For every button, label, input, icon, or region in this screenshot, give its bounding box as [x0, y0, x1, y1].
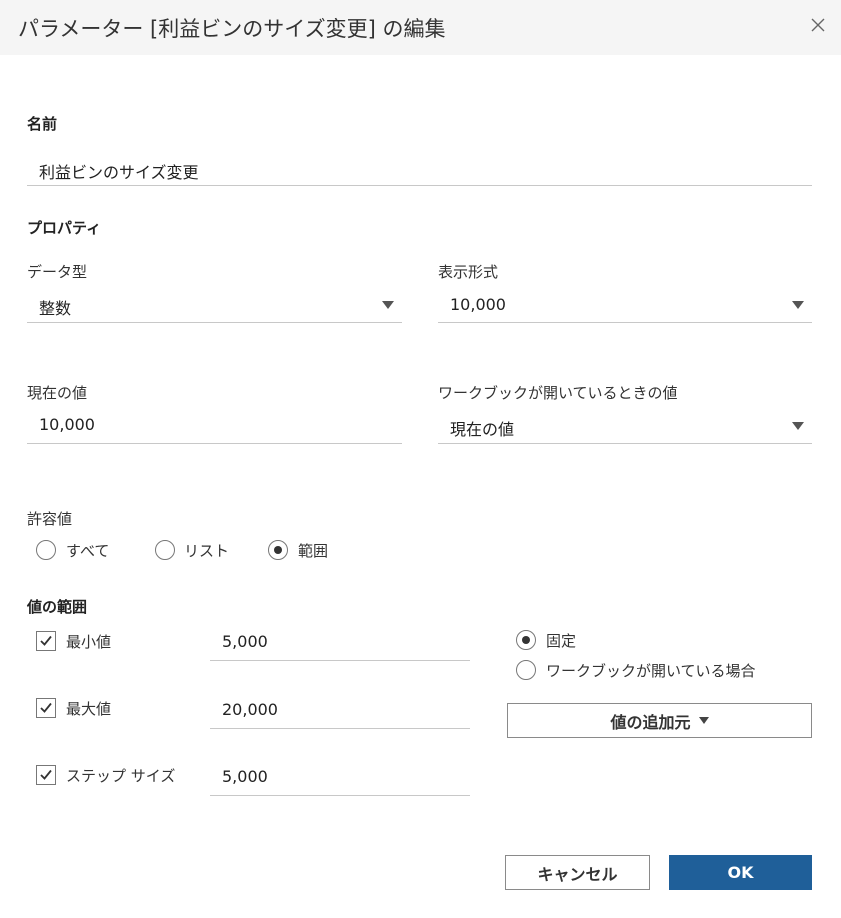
- chevron-down-icon: [382, 301, 394, 309]
- data-type-select[interactable]: 整数: [27, 295, 402, 323]
- step-input[interactable]: 5,000: [210, 767, 470, 796]
- workbook-open-label: ワークブックが開いているときの値: [438, 384, 678, 402]
- chevron-down-icon: [792, 422, 804, 430]
- radio-workbook-open-label[interactable]: ワークブックが開いている場合: [546, 660, 756, 681]
- display-format-label: 表示形式: [438, 263, 499, 281]
- max-value: 20,000: [222, 700, 278, 719]
- radio-fixed-label[interactable]: 固定: [546, 630, 576, 651]
- max-input[interactable]: 20,000: [210, 700, 470, 729]
- radio-list[interactable]: [155, 540, 175, 560]
- step-label: ステップ サイズ: [66, 767, 176, 785]
- cancel-button[interactable]: キャンセル: [505, 855, 650, 890]
- min-input[interactable]: 5,000: [210, 632, 470, 661]
- current-value-text: 10,000: [39, 415, 95, 434]
- workbook-open-value: 現在の値: [450, 420, 515, 439]
- range-heading: 値の範囲: [27, 598, 88, 616]
- dialog-title: パラメーター [利益ビンのサイズ変更] の編集: [18, 17, 446, 41]
- display-format-select[interactable]: 10,000: [438, 295, 812, 323]
- title-bar: パラメーター [利益ビンのサイズ変更] の編集: [0, 0, 841, 55]
- caret-down-icon: [698, 717, 709, 724]
- add-values-from-label: 値の追加元: [610, 712, 691, 732]
- radio-range[interactable]: [268, 540, 288, 560]
- radio-list-label[interactable]: リスト: [184, 540, 229, 561]
- current-value-input[interactable]: 10,000: [27, 415, 402, 444]
- radio-workbook-open[interactable]: [516, 660, 536, 680]
- display-format-value: 10,000: [450, 295, 506, 314]
- radio-fixed[interactable]: [516, 630, 536, 650]
- max-checkbox[interactable]: [36, 698, 56, 718]
- step-value: 5,000: [222, 767, 268, 786]
- allowable-label: 許容値: [27, 510, 73, 528]
- close-icon[interactable]: [807, 14, 829, 36]
- workbook-open-select[interactable]: 現在の値: [438, 416, 812, 444]
- min-checkbox[interactable]: [36, 631, 56, 651]
- radio-all[interactable]: [36, 540, 56, 560]
- properties-heading: プロパティ: [27, 219, 102, 237]
- min-value: 5,000: [222, 632, 268, 651]
- name-input-value: 利益ビンのサイズ変更: [39, 163, 199, 182]
- data-type-label: データ型: [27, 263, 88, 281]
- min-label: 最小値: [66, 633, 112, 651]
- radio-all-label[interactable]: すべて: [66, 540, 109, 561]
- name-heading: 名前: [27, 115, 58, 133]
- current-value-label: 現在の値: [27, 384, 88, 402]
- chevron-down-icon: [792, 301, 804, 309]
- max-label: 最大値: [66, 700, 112, 718]
- radio-range-label[interactable]: 範囲: [298, 540, 328, 561]
- ok-button[interactable]: OK: [669, 855, 812, 890]
- data-type-value: 整数: [39, 299, 72, 318]
- step-checkbox[interactable]: [36, 765, 56, 785]
- name-input[interactable]: 利益ビンのサイズ変更: [27, 159, 812, 186]
- add-values-from-button[interactable]: 値の追加元: [507, 703, 812, 738]
